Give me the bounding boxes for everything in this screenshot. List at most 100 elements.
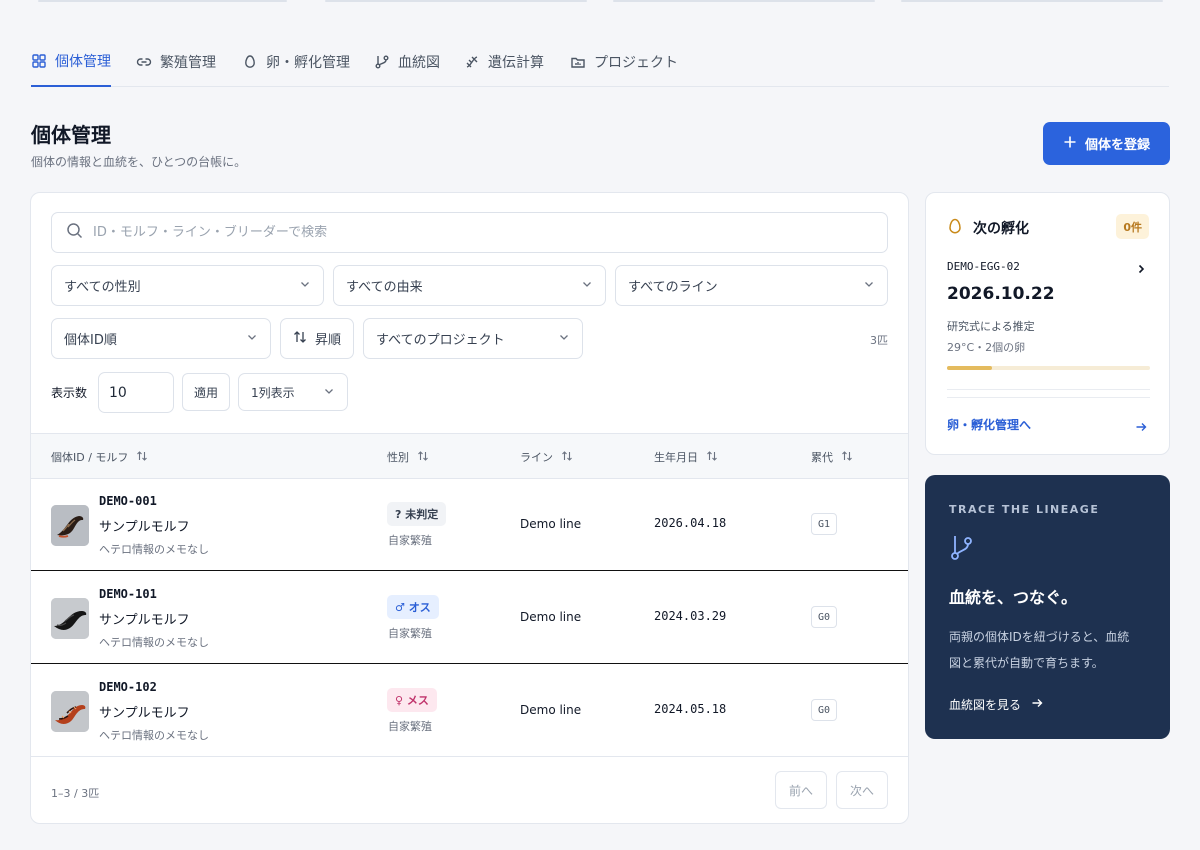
hatch-progress-bar (947, 366, 1150, 370)
branch-icon (950, 534, 974, 566)
generation-badge: G0 (811, 606, 838, 628)
tab-label: 個体管理 (55, 53, 111, 70)
column-generation[interactable]: 累代 (811, 449, 853, 465)
animal-id: DEMO-001 (99, 494, 157, 508)
main-tabs: 個体管理 繁殖管理 卵・孵化管理 血統図 遺伝計算 プロジェクト (31, 36, 1169, 87)
grid-icon (31, 53, 47, 69)
egg-id: DEMO-EGG-02 (947, 260, 1020, 273)
search-box[interactable] (51, 212, 888, 253)
birthdate-label: 2024.05.18 (654, 702, 727, 716)
column-id-morph[interactable]: 個体ID / モルフ (51, 449, 148, 465)
divider (947, 397, 1150, 398)
page-subtitle: 個体の情報と血統を、ひとつの台帳に。 (31, 155, 247, 169)
line-label: Demo line (520, 610, 582, 624)
layout-select[interactable]: 1列表示 (238, 373, 348, 411)
project-filter-select[interactable]: すべてのプロジェクト (363, 318, 583, 359)
hatch-card-title: 次の孵化 (973, 221, 1029, 237)
column-line[interactable]: ライン (520, 449, 573, 465)
register-button-label: 個体を登録 (1084, 138, 1150, 153)
sort-order-label: 昇順 (315, 333, 342, 348)
divider (947, 389, 1150, 390)
sort-select[interactable]: 個体ID順 (51, 318, 271, 359)
chevron-down-icon (246, 331, 258, 347)
animal-morph: サンプルモルフ (99, 706, 190, 721)
tab-label: 繁殖管理 (160, 54, 216, 71)
individuals-panel: すべての性別 すべての由来 すべてのライン 個体ID順 昇順 すべてのプロジェク… (30, 192, 909, 824)
table-header: 個体ID / モルフ 性別 ライン 生年月日 累代 (31, 433, 908, 479)
egg-icon (947, 218, 963, 240)
animal-thumbnail (51, 691, 89, 732)
table-row[interactable]: DEMO-001 サンプルモルフ ヘテロ情報のメモなし ? 未判定 自家繁殖 D… (31, 479, 908, 571)
pagination-summary: 1–3 / 3匹 (51, 787, 100, 800)
origin-label: 自家繁殖 (388, 534, 432, 547)
origin-filter-select[interactable]: すべての由来 (333, 265, 606, 306)
animal-note: ヘテロ情報のメモなし (99, 729, 209, 742)
register-button[interactable]: 個体を登録 (1043, 122, 1170, 165)
next-hatch-card: 次の孵化 0件 DEMO-EGG-02 2026.10.22 研究式による推定 … (925, 192, 1170, 455)
tab-genetics[interactable]: 遺伝計算 (464, 36, 544, 87)
search-input[interactable] (93, 225, 853, 240)
top-cards-edge (38, 0, 1164, 2)
project-filter-value: すべてのプロジェクト (376, 333, 505, 348)
layout-value: 1列表示 (251, 385, 295, 400)
chevron-down-icon (581, 278, 593, 294)
next-page-button[interactable]: 次へ (836, 771, 888, 809)
egg-icon (242, 54, 258, 70)
egg-management-link[interactable]: 卵・孵化管理へ (947, 416, 1031, 433)
sort-icon (417, 450, 429, 465)
tab-pedigree[interactable]: 血統図 (374, 36, 440, 87)
tab-individuals[interactable]: 個体管理 (31, 36, 111, 87)
arrow-right-icon[interactable] (1135, 418, 1147, 437)
table-row[interactable]: DEMO-101 サンプルモルフ ヘテロ情報のメモなし ♂ オス 自家繁殖 De… (31, 572, 908, 664)
animal-morph: サンプルモルフ (99, 613, 190, 628)
line-filter-value: すべてのライン (628, 280, 718, 295)
animal-thumbnail (51, 598, 89, 639)
column-sex[interactable]: 性別 (387, 449, 429, 465)
arrow-right-icon (1031, 697, 1043, 712)
promo-body-line: 図と累代が自動で育ちます。 (949, 656, 1104, 670)
line-filter-select[interactable]: すべてのライン (615, 265, 888, 306)
column-label: 個体ID / モルフ (51, 451, 129, 464)
birthdate-label: 2024.03.29 (654, 609, 727, 623)
column-label: 性別 (387, 451, 409, 464)
branch-icon (374, 54, 390, 70)
column-label: 生年月日 (654, 451, 698, 464)
tab-label: 遺伝計算 (488, 54, 544, 71)
promo-title: 血統を、つなぐ。 (949, 588, 1078, 607)
hatch-method: 研究式による推定 (947, 320, 1035, 333)
hatch-progress-fill (947, 366, 992, 370)
table-row[interactable]: DEMO-102 サンプルモルフ ヘテロ情報のメモなし ♀ メス 自家繁殖 De… (31, 665, 908, 757)
chevron-down-icon (863, 278, 875, 294)
tab-eggs[interactable]: 卵・孵化管理 (242, 36, 350, 87)
sort-value: 個体ID順 (64, 333, 117, 348)
generation-badge: G1 (811, 513, 838, 535)
sex-badge-female: ♀ メス (387, 688, 437, 712)
tab-label: 血統図 (398, 54, 440, 71)
origin-filter-value: すべての由来 (346, 280, 423, 295)
hatch-conditions: 29°C・2個の卵 (947, 341, 1026, 354)
tab-label: 卵・孵化管理 (266, 54, 350, 71)
line-label: Demo line (520, 703, 582, 717)
prev-page-button[interactable]: 前へ (775, 771, 827, 809)
animal-morph: サンプルモルフ (99, 520, 190, 535)
animal-id: DEMO-102 (99, 680, 157, 694)
sex-filter-select[interactable]: すべての性別 (51, 265, 324, 306)
table-footer: 1–3 / 3匹 前へ 次へ (31, 756, 908, 823)
chevron-right-icon[interactable] (1135, 260, 1147, 279)
sort-icon (841, 450, 853, 465)
column-birthdate[interactable]: 生年月日 (654, 449, 718, 465)
result-count: 3匹 (870, 334, 888, 347)
origin-label: 自家繁殖 (388, 627, 432, 640)
apply-button[interactable]: 適用 (182, 373, 230, 411)
animal-thumbnail (51, 505, 89, 546)
pedigree-link-label: 血統図を見る (949, 698, 1022, 712)
tab-projects[interactable]: プロジェクト (570, 36, 678, 87)
promo-eyebrow: TRACE THE LINEAGE (949, 503, 1100, 516)
sort-order-button[interactable]: 昇順 (280, 318, 354, 359)
origin-label: 自家繁殖 (388, 720, 432, 733)
page-size-input[interactable]: 10 (98, 372, 174, 413)
tab-breeding[interactable]: 繁殖管理 (136, 36, 216, 87)
chevron-down-icon (299, 278, 311, 294)
chevron-down-icon (558, 331, 570, 347)
pedigree-link[interactable]: 血統図を見る (949, 696, 1043, 713)
